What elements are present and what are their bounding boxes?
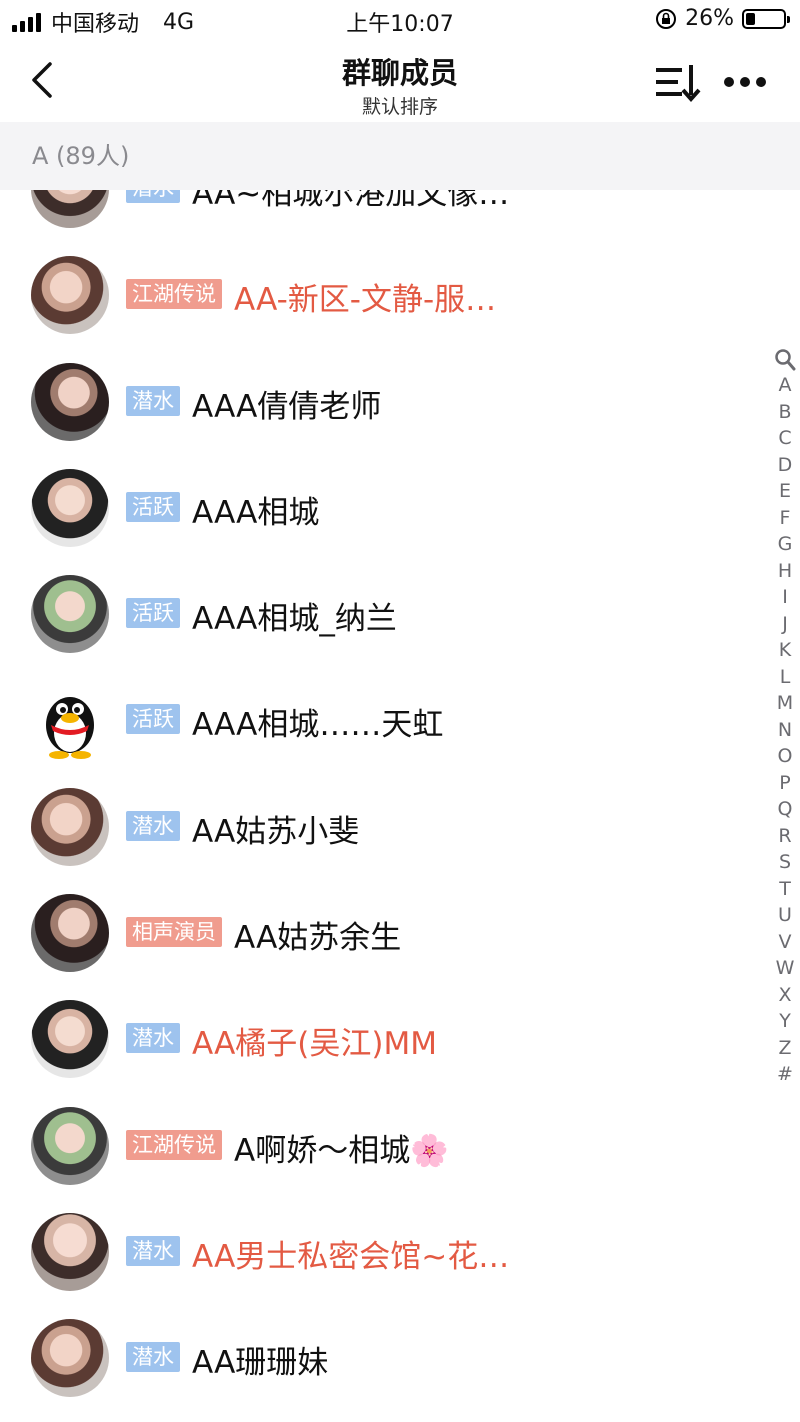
- member-name: AAA倩倩老师: [192, 388, 382, 425]
- member-row[interactable]: 活跃 AAA相城……天虹: [0, 667, 760, 773]
- member-name: AA珊珊妹: [192, 1345, 329, 1382]
- index-letter[interactable]: X: [770, 982, 800, 1009]
- index-letter[interactable]: G: [770, 531, 800, 558]
- member-name: AA姑苏小斐: [192, 813, 360, 850]
- member-level-badge: 江湖传说: [126, 1129, 222, 1160]
- index-letter[interactable]: P: [770, 770, 800, 797]
- member-row[interactable]: 江湖传说 AA-新区-文静-服…: [0, 242, 760, 348]
- avatar[interactable]: [31, 894, 109, 973]
- member-row[interactable]: 潜水 AAA倩倩老师: [0, 349, 760, 455]
- index-letter[interactable]: C: [770, 425, 800, 452]
- avatar[interactable]: [31, 256, 109, 335]
- member-row[interactable]: 潜水 AA珊珊妹: [0, 1305, 760, 1411]
- member-name: AAA相城……天虹: [192, 707, 444, 744]
- member-row[interactable]: 潜水 AA男士私密会馆~花…: [0, 1199, 760, 1305]
- orientation-lock-icon: [656, 8, 677, 29]
- index-letter[interactable]: H: [770, 558, 800, 585]
- index-letter[interactable]: A: [770, 372, 800, 399]
- index-letter[interactable]: U: [770, 902, 800, 929]
- index-letter[interactable]: O: [770, 743, 800, 770]
- member-level-badge: 江湖传说: [126, 279, 222, 310]
- index-letter[interactable]: M: [770, 690, 800, 717]
- member-name: AA姑苏余生: [234, 920, 402, 957]
- member-name: A啊娇～相城🌸: [234, 1132, 449, 1169]
- index-letter[interactable]: F: [770, 505, 800, 532]
- member-row[interactable]: 江湖传说 A啊娇～相城🌸: [0, 1093, 760, 1199]
- member-row[interactable]: 相声演员 AA姑苏余生: [0, 880, 760, 986]
- member-level-badge: 活跃: [126, 598, 180, 629]
- avatar[interactable]: [31, 1212, 109, 1291]
- index-letter[interactable]: L: [770, 664, 800, 691]
- member-row[interactable]: 活跃 AAA相城: [0, 455, 760, 561]
- index-letter[interactable]: R: [770, 823, 800, 850]
- penguin-avatar-icon[interactable]: [31, 681, 109, 760]
- index-letter[interactable]: E: [770, 478, 800, 505]
- index-letter[interactable]: N: [770, 717, 800, 744]
- index-letter[interactable]: J: [770, 611, 800, 638]
- member-level-badge: 潜水: [126, 1023, 180, 1054]
- index-letter[interactable]: Q: [770, 796, 800, 823]
- member-row[interactable]: 潜水 AA橘子(吴江)MM: [0, 986, 760, 1092]
- member-level-badge: 活跃: [126, 704, 180, 735]
- member-name: AAA相城: [192, 494, 320, 531]
- member-row[interactable]: 潜水 AA姑苏小斐: [0, 774, 760, 880]
- avatar[interactable]: [31, 1000, 109, 1079]
- index-letter[interactable]: K: [770, 637, 800, 664]
- avatar[interactable]: [31, 1319, 109, 1398]
- member-level-badge: 潜水: [126, 1235, 180, 1266]
- avatar[interactable]: [31, 468, 109, 547]
- index-letter[interactable]: Z: [770, 1035, 800, 1062]
- member-level-badge: 潜水: [126, 810, 180, 841]
- battery-icon: [742, 8, 790, 29]
- battery-percent: 26%: [685, 6, 734, 31]
- member-level-badge: 相声演员: [126, 917, 222, 948]
- search-icon[interactable]: [774, 348, 796, 372]
- member-name: AA-新区-文静-服…: [234, 282, 497, 319]
- avatar[interactable]: [31, 1106, 109, 1185]
- avatar[interactable]: [31, 362, 109, 441]
- index-letter[interactable]: V: [770, 929, 800, 956]
- member-name: AA男士私密会馆~花…: [192, 1238, 510, 1275]
- status-bar: 中国移动 4G 上午10:07 26%: [0, 0, 800, 40]
- index-letter[interactable]: T: [770, 876, 800, 903]
- section-header: A (89人): [0, 122, 800, 190]
- sort-icon[interactable]: [654, 62, 702, 102]
- member-name: AAA相城_纳兰: [192, 601, 397, 638]
- avatar[interactable]: [31, 787, 109, 866]
- index-letter[interactable]: B: [770, 399, 800, 426]
- index-letter[interactable]: S: [770, 849, 800, 876]
- avatar[interactable]: [31, 575, 109, 654]
- index-letter[interactable]: W: [770, 955, 800, 982]
- member-level-badge: 活跃: [126, 491, 180, 522]
- more-icon[interactable]: [722, 70, 768, 94]
- member-name: AA橘子(吴江)MM: [192, 1026, 437, 1063]
- member-level-badge: 潜水: [126, 1342, 180, 1373]
- member-level-badge: 潜水: [126, 385, 180, 416]
- nav-bar: 群聊成员 默认排序: [0, 40, 800, 122]
- member-list[interactable]: 潜水AA~相城尔港加文像…江湖传说AA-新区-文静-服…潜水AAA倩倩老师活跃A…: [0, 136, 760, 1412]
- member-row[interactable]: 活跃 AAA相城_纳兰: [0, 561, 760, 667]
- index-letter[interactable]: Y: [770, 1008, 800, 1035]
- index-letter[interactable]: I: [770, 584, 800, 611]
- index-letter[interactable]: #: [770, 1061, 800, 1088]
- status-right: 26%: [655, 6, 790, 31]
- index-letter[interactable]: D: [770, 452, 800, 479]
- alphabet-index[interactable]: A B C D E F G H I J K L M N O P Q R S T U V W X Y Z #: [770, 348, 800, 1088]
